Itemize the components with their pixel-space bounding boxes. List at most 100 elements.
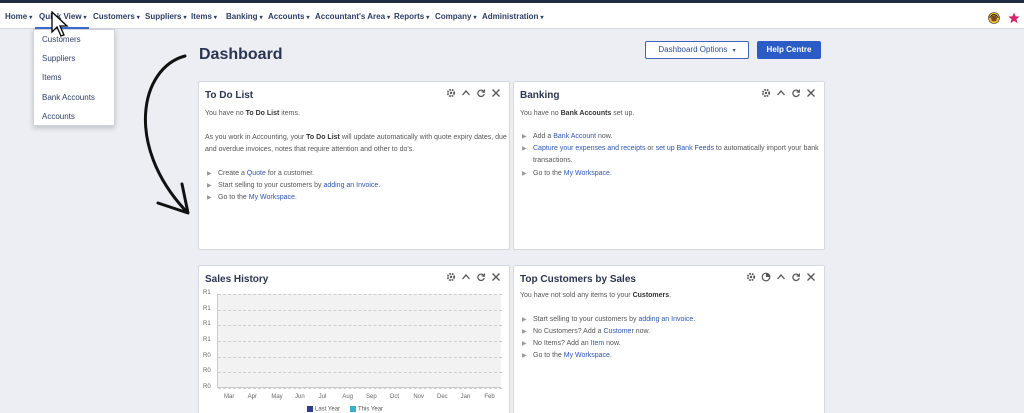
page-title: Dashboard (199, 46, 283, 63)
nav-company-label: Company (435, 12, 472, 21)
text-span: You have not sold any items to your (520, 292, 633, 299)
quote-link[interactable]: Quote (247, 170, 266, 177)
nav-reports-label: Reports (394, 12, 425, 21)
refresh-icon[interactable] (791, 88, 801, 98)
panel-controls (761, 88, 816, 100)
banking-panel: Banking You have no Bank Accounts set up… (513, 81, 825, 250)
text-span: will update automatically with quote exp… (339, 134, 507, 141)
text-span: No Customers? Add a (533, 328, 604, 335)
chevron-down-icon: ▾ (473, 15, 477, 21)
legend-swatch (307, 406, 313, 412)
top-customers-bullet-customer: No Customers? Add a Customer now. (533, 327, 650, 336)
refresh-icon[interactable] (476, 272, 486, 282)
todo-list-title: To Do List (205, 90, 254, 101)
nav-accountants-area-label: Accountant's Area (315, 12, 386, 21)
x-tick-label: Feb (484, 394, 495, 400)
nav-items-label: Items (191, 12, 212, 21)
bold-text: To Do List (306, 134, 340, 141)
nav-reports[interactable]: Reports ▾ (394, 12, 429, 21)
support-agent-icon[interactable] (988, 12, 1000, 24)
collapse-icon[interactable] (461, 88, 471, 98)
refresh-icon[interactable] (791, 272, 801, 282)
text-span: to automatically import your bank (713, 145, 819, 152)
panel-controls (746, 272, 816, 284)
nav-suppliers[interactable]: Suppliers ▾ (145, 12, 186, 21)
bank-feeds-link[interactable]: set up Bank Feeds (656, 145, 714, 152)
banking-bullet-capture-line2: transactions. (533, 157, 573, 164)
text-span: set up. (611, 110, 635, 117)
x-tick-label: Apr (247, 394, 257, 400)
chart-plot-area (217, 294, 502, 389)
my-workspace-link[interactable]: My Workspace. (564, 170, 612, 177)
y-tick-label: R0 (203, 353, 211, 359)
chevron-down-icon: ▾ (732, 48, 736, 54)
x-tick-label: Jul (318, 394, 327, 400)
capture-expenses-link[interactable]: Capture your expenses and receipts (533, 145, 645, 152)
dropdown-item-bank-accounts[interactable]: Bank Accounts (42, 93, 95, 102)
top-customers-title: Top Customers by Sales (520, 274, 636, 285)
bullet-icon: ▶ (207, 183, 212, 189)
collapse-icon[interactable] (776, 88, 786, 98)
star-icon[interactable] (1008, 12, 1020, 24)
nav-customers[interactable]: Customers ▾ (93, 12, 140, 21)
top-customers-bullet-invoice: Start selling to your customers by addin… (533, 315, 695, 324)
close-icon[interactable] (806, 88, 816, 98)
nav-administration[interactable]: Administration ▾ (482, 12, 543, 21)
bullet-icon: ▶ (522, 341, 527, 347)
customer-link[interactable]: Customer (603, 328, 633, 335)
chevron-down-icon: ▾ (259, 15, 263, 21)
nav-items[interactable]: Items ▾ (191, 12, 217, 21)
dashboard-options-label: Dashboard Options (658, 45, 728, 54)
close-icon[interactable] (806, 272, 816, 282)
gear-icon[interactable] (746, 272, 756, 282)
text-span: Go to the (533, 352, 564, 359)
text-span: Start selling to your customers by (533, 316, 639, 323)
sales-history-title: Sales History (205, 274, 269, 285)
nav-accountants-area[interactable]: Accountant's Area ▾ (315, 12, 390, 21)
nav-accounts[interactable]: Accounts ▾ (268, 12, 309, 21)
chevron-down-icon: ▾ (426, 15, 430, 21)
text-span: or (645, 145, 656, 152)
nav-company[interactable]: Company ▾ (435, 12, 476, 21)
gear-icon[interactable] (761, 88, 771, 98)
adding-invoice-link[interactable]: adding an Invoice. (638, 316, 695, 323)
help-centre-button[interactable]: Help Centre (757, 41, 821, 59)
todo-description-line2: and overdue invoices, notes that require… (205, 146, 415, 153)
adding-invoice-link[interactable]: adding an Invoice. (323, 182, 380, 189)
my-workspace-link[interactable]: My Workspace. (249, 194, 297, 201)
close-icon[interactable] (491, 88, 501, 98)
chevron-down-icon: ▾ (213, 15, 217, 21)
nav-banking[interactable]: Banking ▾ (226, 12, 263, 21)
collapse-icon[interactable] (461, 272, 471, 282)
nav-home[interactable]: Home ▾ (5, 12, 32, 21)
refresh-icon[interactable] (476, 88, 486, 98)
todo-list-panel: To Do List You have no To Do List items.… (198, 81, 510, 250)
collapse-icon[interactable] (776, 272, 786, 282)
text-span: Start selling to your customers by (218, 182, 324, 189)
x-tick-label: Jun (295, 394, 305, 400)
top-customers-panel: Top Customers by Sales You have not sold… (513, 265, 825, 413)
text-span: . (669, 292, 672, 299)
close-icon[interactable] (491, 272, 501, 282)
item-link[interactable]: Item (591, 340, 605, 347)
todo-bullet-workspace: Go to the My Workspace. (218, 193, 297, 202)
dashboard-options-button[interactable]: Dashboard Options ▾ (645, 41, 749, 59)
gear-icon[interactable] (446, 272, 456, 282)
y-tick-label: R0 (203, 368, 211, 374)
gear-icon[interactable] (446, 88, 456, 98)
x-tick-label: Mar (224, 394, 235, 400)
banking-empty-message: You have no Bank Accounts set up. (520, 109, 634, 118)
todo-bullet-invoice: Start selling to your customers by addin… (218, 181, 380, 190)
dropdown-item-items[interactable]: Items (42, 73, 62, 82)
pie-chart-icon[interactable] (761, 272, 771, 282)
my-workspace-link[interactable]: My Workspace. (564, 352, 612, 359)
legend-label: Last Year (315, 406, 341, 413)
y-tick-label: R1 (203, 306, 211, 312)
dropdown-item-accounts[interactable]: Accounts (42, 112, 75, 121)
chevron-down-icon: ▾ (183, 15, 187, 21)
dropdown-item-suppliers[interactable]: Suppliers (42, 54, 75, 63)
bank-account-link[interactable]: Bank Account (553, 133, 596, 140)
chevron-down-icon: ▾ (306, 15, 310, 21)
legend-swatch (350, 406, 357, 412)
banking-bullet-add-account: Add a Bank Account now. (533, 132, 612, 141)
